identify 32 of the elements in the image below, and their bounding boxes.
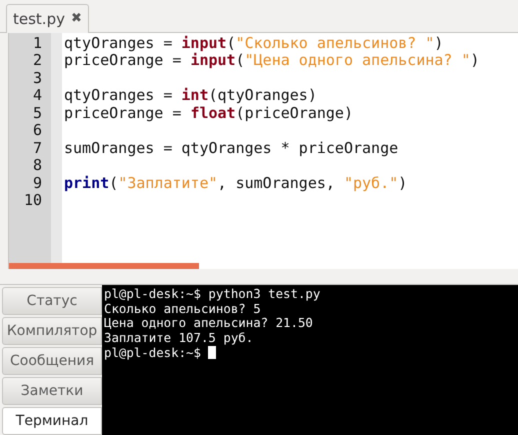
horizontal-scrollbar[interactable]: [9, 263, 199, 269]
line-number: 1: [32, 34, 43, 52]
terminal-line: Заплатите 107.5 руб.: [104, 330, 254, 346]
text-cursor-icon: [208, 346, 216, 359]
terminal-line: pl@pl-desk:~$: [104, 344, 202, 360]
terminal-line: Цена одного апельсина? 21.50: [104, 315, 313, 330]
terminal[interactable]: pl@pl-desk:~$ python3 test.py Сколько апельсинов? 5 Цена одного апельсина? 21.50 Заплатите 107.5 руб. pl@pl-desk:~$: [102, 285, 518, 435]
terminal-line: Сколько апельсинов? 5: [104, 300, 261, 316]
panel-tab[interactable]: Заметки: [2, 377, 102, 405]
code-line: sumOranges = qtyOranges * priceOrange: [64, 140, 400, 158]
line-number: 10: [22, 192, 43, 210]
panel-tab[interactable]: Терминал: [2, 407, 102, 435]
file-tab[interactable]: test.py ✖: [6, 4, 89, 33]
code-line: qtyOranges = int(qtyOranges): [64, 87, 318, 105]
line-number: 7: [32, 140, 43, 158]
line-number: 4: [32, 87, 43, 105]
close-icon[interactable]: ✖: [70, 11, 82, 26]
line-number: 2: [32, 52, 43, 70]
line-number: 3: [32, 70, 43, 88]
code-line: qtyOranges = input("Сколько апельсинов? "): [64, 34, 444, 52]
code-line: priceOrange = float(priceOrange): [64, 104, 354, 122]
line-number: 6: [32, 122, 43, 140]
line-number: 9: [32, 174, 43, 192]
terminal-line: pl@pl-desk:~$ python3 test.py: [104, 286, 320, 301]
code-line: priceOrange = input("Цена одного апельсина? "): [64, 52, 480, 70]
line-number: 5: [32, 104, 43, 122]
code-line: print("Заплатите", sumOranges, "руб."): [64, 174, 408, 192]
tab-label: test.py: [13, 10, 65, 28]
line-number: 8: [32, 157, 43, 175]
panel-tab[interactable]: Статус: [2, 287, 102, 315]
panel-tab[interactable]: Компилятор: [2, 317, 102, 345]
panel-tab[interactable]: Сообщения: [2, 347, 102, 375]
